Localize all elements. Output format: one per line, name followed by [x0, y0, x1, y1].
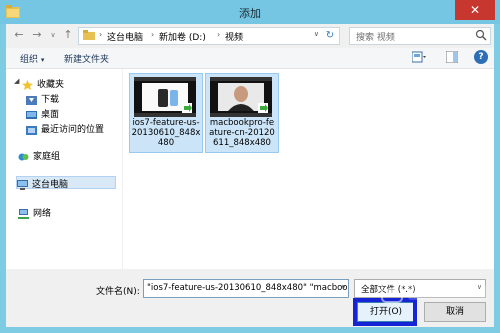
cancel-button[interactable]: 取消 [424, 302, 486, 322]
nav-item-homegroup[interactable]: 家庭组 [18, 149, 60, 162]
star-icon [22, 79, 33, 90]
preview-pane-icon[interactable] [446, 51, 458, 63]
refresh-icon[interactable]: ↻ [323, 29, 337, 43]
filename-value: "ios7-feature-us-20130610_848x480" "macb… [147, 283, 349, 293]
search-placeholder: 搜索 视频 [356, 33, 395, 43]
network-icon [18, 208, 29, 219]
file-list-pane: ios7-feature-us- 20130610_848x 480 macbo… [123, 69, 494, 269]
nav-item-desktop[interactable]: 桌面 [26, 107, 59, 120]
desktop-icon [26, 110, 37, 119]
watermark-logo [381, 281, 486, 303]
video-thumbnail-icon [210, 77, 272, 117]
help-button[interactable]: ? [474, 50, 488, 64]
navigation-pane: ◢ 收藏夹 下载 桌面 最近访问的位置 家庭组 这台电脑 网络 [6, 69, 122, 269]
file-name-label: ios7-feature-us- 20130610_848x 480 [131, 118, 201, 148]
nav-item-favorites[interactable]: ◢ 收藏夹 [14, 77, 64, 90]
chevron-down-icon[interactable]: ∨ [341, 283, 346, 291]
organize-menu[interactable]: 组织 ▾ [20, 52, 44, 65]
window-title: 添加 [239, 7, 261, 20]
address-history-dropdown-icon[interactable]: ∨ [314, 30, 319, 38]
forward-arrow-icon[interactable]: → [30, 28, 44, 42]
new-folder-button[interactable]: 新建文件夹 [64, 52, 109, 65]
title-bar[interactable]: 添加 ✕ [0, 0, 500, 24]
breadcrumb-separator-icon: › [151, 30, 155, 39]
address-row: ← → ∨ ↑ › 这台电脑 › 新加卷 (D:) › 视频 ∨ ↻ 搜索 视频 [6, 24, 494, 48]
download-icon [26, 95, 37, 105]
back-arrow-icon[interactable]: ← [12, 28, 26, 42]
breadcrumb-separator-icon: › [217, 30, 221, 39]
command-bar: 组织 ▾ 新建文件夹 ? [6, 48, 494, 69]
filename-label: 文件名(N): [96, 287, 140, 297]
up-arrow-icon[interactable]: ↑ [61, 28, 75, 42]
search-box[interactable]: 搜索 视频 [349, 27, 491, 45]
breadcrumb-videos[interactable]: 视频 [225, 30, 243, 43]
recent-pages-chevron-icon[interactable]: ∨ [46, 28, 60, 42]
file-name-label: macbookpro-fe ature-cn-20120 611_848x480 [209, 118, 275, 148]
expand-caret-icon[interactable]: ◢ [14, 77, 19, 85]
chevron-down-icon: ▾ [40, 56, 45, 64]
nav-item-network[interactable]: 网络 [18, 206, 51, 219]
computer-icon [17, 179, 28, 190]
breadcrumb-this-pc[interactable]: 这台电脑 [107, 30, 143, 43]
nav-item-recent[interactable]: 最近访问的位置 [26, 122, 104, 135]
search-icon [475, 29, 487, 41]
video-thumbnail-icon [134, 77, 196, 117]
file-tile[interactable]: macbookpro-fe ature-cn-20120 611_848x480 [205, 73, 279, 153]
breadcrumb-separator-icon: › [99, 30, 103, 39]
address-bar[interactable]: › 这台电脑 › 新加卷 (D:) › 视频 ∨ ↻ [78, 27, 340, 45]
view-options-icon[interactable] [412, 51, 426, 63]
homegroup-icon [18, 153, 29, 160]
folder-icon [83, 30, 95, 40]
breadcrumb-drive-d[interactable]: 新加卷 (D:) [159, 30, 206, 43]
close-button[interactable]: ✕ [455, 0, 495, 20]
file-tile[interactable]: ios7-feature-us- 20130610_848x 480 [129, 73, 203, 153]
nav-item-this-pc[interactable]: 这台电脑 [16, 176, 116, 190]
nav-item-downloads[interactable]: 下载 [26, 92, 59, 105]
recent-places-icon [26, 125, 37, 135]
filename-input[interactable]: "ios7-feature-us-20130610_848x480" "macb… [143, 279, 349, 298]
